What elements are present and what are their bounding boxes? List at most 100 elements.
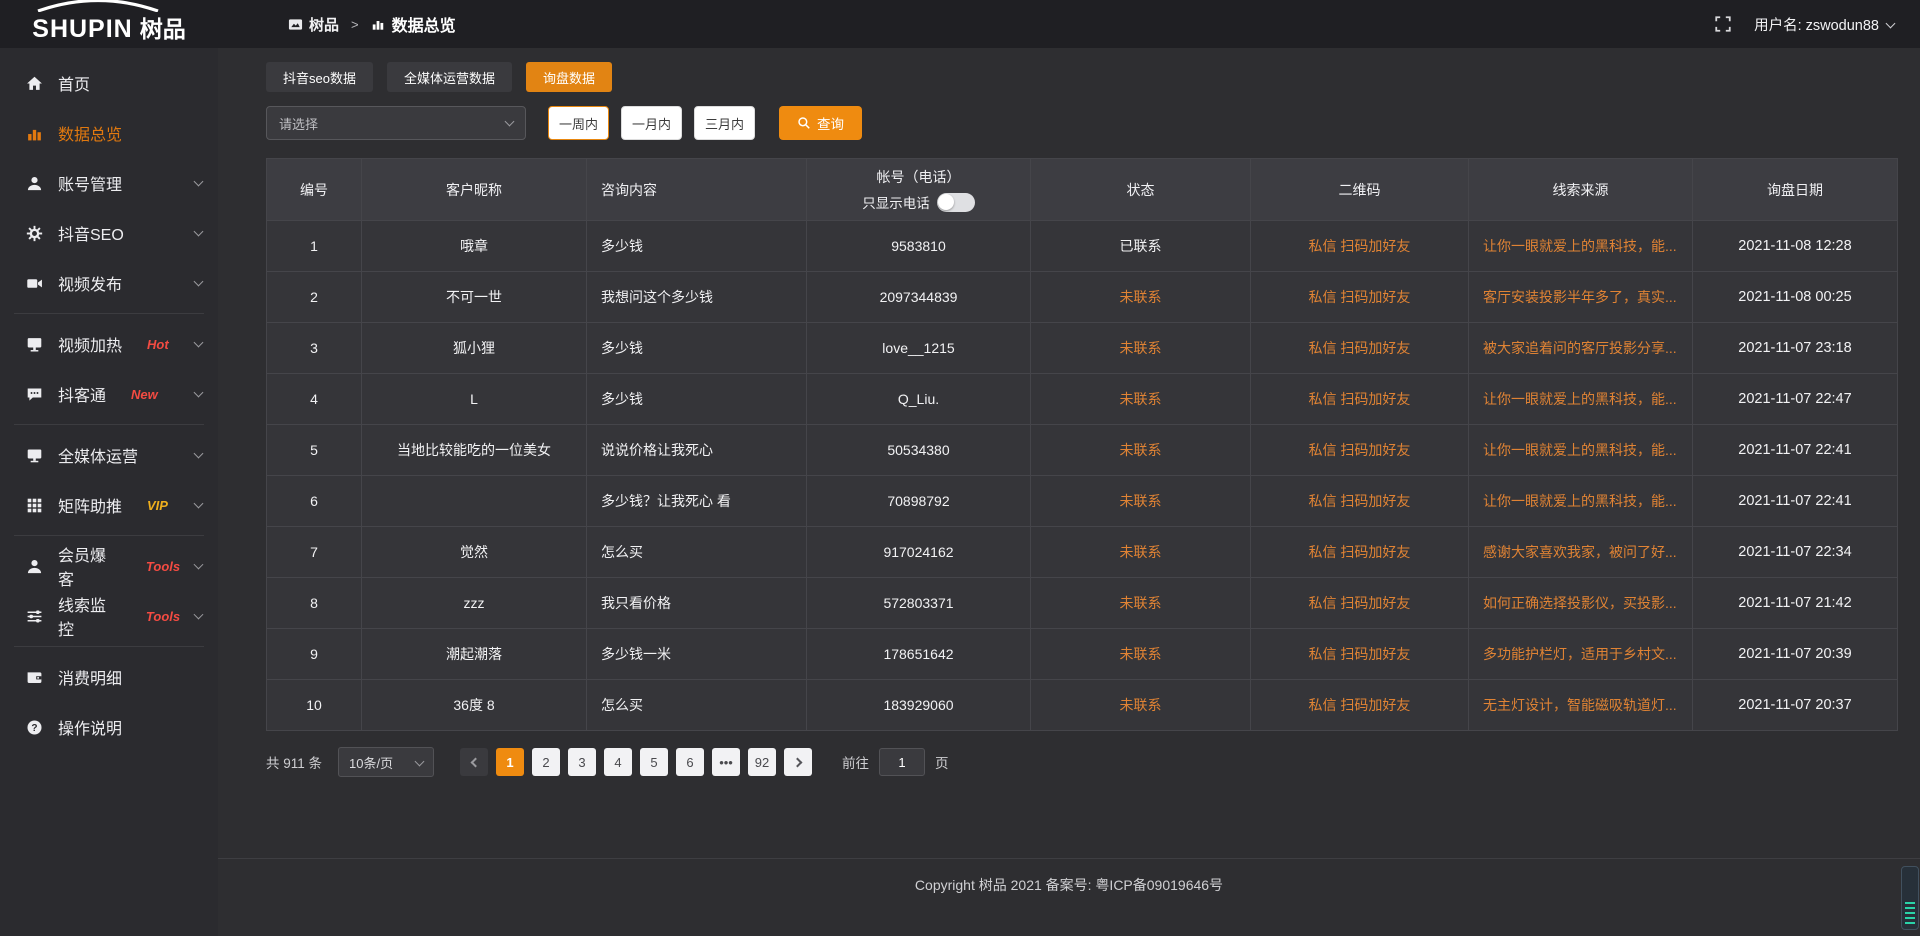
footer: Copyright 树品 2021 备案号: 粤ICP备09019646号	[218, 858, 1920, 936]
range-one-week-button[interactable]: 一周内	[548, 106, 609, 140]
page-button[interactable]: 6	[676, 748, 704, 776]
page-button[interactable]: 3	[568, 748, 596, 776]
tab-omni-media-data[interactable]: 全媒体运营数据	[387, 62, 512, 92]
chevron-down-icon	[194, 387, 204, 397]
range-three-months-button[interactable]: 三月内	[694, 106, 755, 140]
user-icon	[26, 175, 43, 192]
sidebar-item-account-management[interactable]: 账号管理	[0, 158, 218, 208]
cell-status: 未联系	[1031, 272, 1251, 323]
sidebar-item-label: 矩阵助推	[58, 493, 122, 517]
page-button[interactable]: 92	[748, 748, 776, 776]
sidebar-item-label: 会员爆客	[58, 542, 121, 590]
cell-qrcode-link[interactable]: 私信 扫码加好友	[1251, 374, 1469, 425]
chevron-down-icon	[194, 498, 204, 508]
page-button[interactable]: 2	[532, 748, 560, 776]
prev-page-button[interactable]	[460, 748, 488, 776]
cell-source-link[interactable]: 无主灯设计，智能磁吸轨道灯...	[1469, 680, 1693, 731]
sidebar-item-instructions[interactable]: ? 操作说明	[0, 702, 218, 752]
cell-content: 多少钱	[587, 221, 807, 272]
cell-qrcode-link[interactable]: 私信 扫码加好友	[1251, 272, 1469, 323]
sidebar-item-douketong[interactable]: 抖客通 New	[0, 369, 218, 419]
cell-account: Q_Liu.	[807, 374, 1031, 425]
sidebar-item-matrix-boost[interactable]: 矩阵助推 VIP	[0, 480, 218, 530]
cell-content: 我只看价格	[587, 578, 807, 629]
content: 抖音seo数据 全媒体运营数据 询盘数据 请选择 一周内 一月内 三月内 查询	[218, 48, 1920, 936]
cell-source-link[interactable]: 让你一眼就爱上的黑科技，能...	[1469, 476, 1693, 527]
chat-bubble-icon	[26, 386, 43, 403]
cell-date: 2021-11-07 22:47	[1693, 374, 1898, 425]
next-page-button[interactable]	[784, 748, 812, 776]
vip-badge: VIP	[147, 498, 168, 513]
sidebar-item-video-publish[interactable]: 视频发布	[0, 258, 218, 308]
cell-source-link[interactable]: 被大家追着问的客厅投影分享...	[1469, 323, 1693, 374]
cell-date: 2021-11-08 12:28	[1693, 221, 1898, 272]
screen-icon	[26, 447, 43, 464]
cell-qrcode-link[interactable]: 私信 扫码加好友	[1251, 578, 1469, 629]
user-menu[interactable]: 用户名: zswodun88	[1754, 14, 1894, 35]
goto-prefix-label: 前往	[842, 752, 869, 772]
hot-badge: Hot	[147, 337, 169, 352]
col-header-status: 状态	[1031, 159, 1251, 221]
cell-qrcode-link[interactable]: 私信 扫码加好友	[1251, 425, 1469, 476]
cell-account: 572803371	[807, 578, 1031, 629]
cell-qrcode-link[interactable]: 私信 扫码加好友	[1251, 476, 1469, 527]
tab-inquiry-data[interactable]: 询盘数据	[526, 62, 612, 92]
page-button[interactable]: 4	[604, 748, 632, 776]
col-header-nickname: 客户昵称	[362, 159, 587, 221]
cell-id: 2	[267, 272, 362, 323]
cell-source-link[interactable]: 多功能护栏灯，适用于乡村文...	[1469, 629, 1693, 680]
floating-widget[interactable]	[1901, 866, 1919, 930]
logo-brand: SHUPIN	[32, 15, 132, 44]
cell-source-link[interactable]: 如何正确选择投影仪，买投影...	[1469, 578, 1693, 629]
cell-id: 5	[267, 425, 362, 476]
page-button[interactable]: 5	[640, 748, 668, 776]
sidebar-item-label: 视频发布	[58, 271, 122, 295]
cell-source-link[interactable]: 感谢大家喜欢我家，被问了好...	[1469, 527, 1693, 578]
sidebar-item-lead-monitoring[interactable]: 线索监控 Tools	[0, 591, 218, 641]
fullscreen-icon[interactable]	[1714, 15, 1732, 33]
cell-qrcode-link[interactable]: 私信 扫码加好友	[1251, 527, 1469, 578]
filter-select-placeholder: 请选择	[279, 114, 318, 133]
cell-date: 2021-11-07 22:34	[1693, 527, 1898, 578]
cell-qrcode-link[interactable]: 私信 扫码加好友	[1251, 629, 1469, 680]
query-button[interactable]: 查询	[779, 106, 862, 140]
filter-bar: 请选择 一周内 一月内 三月内 查询	[266, 106, 1898, 140]
chevron-down-icon	[194, 176, 204, 186]
phone-only-toggle[interactable]	[937, 193, 975, 212]
sidebar-item-omni-media[interactable]: 全媒体运营	[0, 430, 218, 480]
sidebar-item-douyin-seo[interactable]: 抖音SEO	[0, 208, 218, 258]
table-row: 2 不可一世 我想问这个多少钱 2097344839 未联系 私信 扫码加好友 …	[267, 272, 1898, 323]
cell-source-link[interactable]: 让你一眼就爱上的黑科技，能...	[1469, 374, 1693, 425]
sidebar-item-label: 账号管理	[58, 171, 122, 195]
chevron-down-icon	[1886, 18, 1896, 28]
cell-nickname: 不可一世	[362, 272, 587, 323]
video-camera-icon	[26, 275, 43, 292]
cell-status: 未联系	[1031, 629, 1251, 680]
page-button[interactable]: 1	[496, 748, 524, 776]
page-size-select[interactable]: 10条/页	[338, 747, 434, 777]
breadcrumb-root[interactable]: 树品	[288, 14, 339, 35]
sidebar-item-member-promo[interactable]: 会员爆客 Tools	[0, 541, 218, 591]
sidebar-item-home[interactable]: 首页	[0, 58, 218, 108]
sidebar-item-data-overview[interactable]: 数据总览	[0, 108, 218, 158]
logo[interactable]: SHUPIN 树品	[0, 0, 218, 48]
cell-source-link[interactable]: 让你一眼就爱上的黑科技，能...	[1469, 425, 1693, 476]
sidebar-item-video-heating[interactable]: 视频加热 Hot	[0, 319, 218, 369]
sidebar-nav: 首页 数据总览 账号管理 抖音SEO 视频发布 视频加热 Hot	[0, 48, 218, 752]
range-one-month-button[interactable]: 一月内	[621, 106, 682, 140]
page-button[interactable]: •••	[712, 748, 740, 776]
cell-source-link[interactable]: 客厅安装投影半年多了，真实...	[1469, 272, 1693, 323]
filter-select[interactable]: 请选择	[266, 106, 526, 140]
cell-qrcode-link[interactable]: 私信 扫码加好友	[1251, 221, 1469, 272]
tools-badge: Tools	[146, 609, 180, 624]
cell-date: 2021-11-07 21:42	[1693, 578, 1898, 629]
sidebar-item-spending-details[interactable]: 消费明细	[0, 652, 218, 702]
cell-source-link[interactable]: 让你一眼就爱上的黑科技，能...	[1469, 221, 1693, 272]
cell-account: 183929060	[807, 680, 1031, 731]
cell-status: 未联系	[1031, 680, 1251, 731]
cell-qrcode-link[interactable]: 私信 扫码加好友	[1251, 680, 1469, 731]
cell-qrcode-link[interactable]: 私信 扫码加好友	[1251, 323, 1469, 374]
username-label: 用户名: zswodun88	[1754, 14, 1879, 35]
tab-douyin-seo-data[interactable]: 抖音seo数据	[266, 62, 373, 92]
goto-page-input[interactable]	[879, 748, 925, 776]
